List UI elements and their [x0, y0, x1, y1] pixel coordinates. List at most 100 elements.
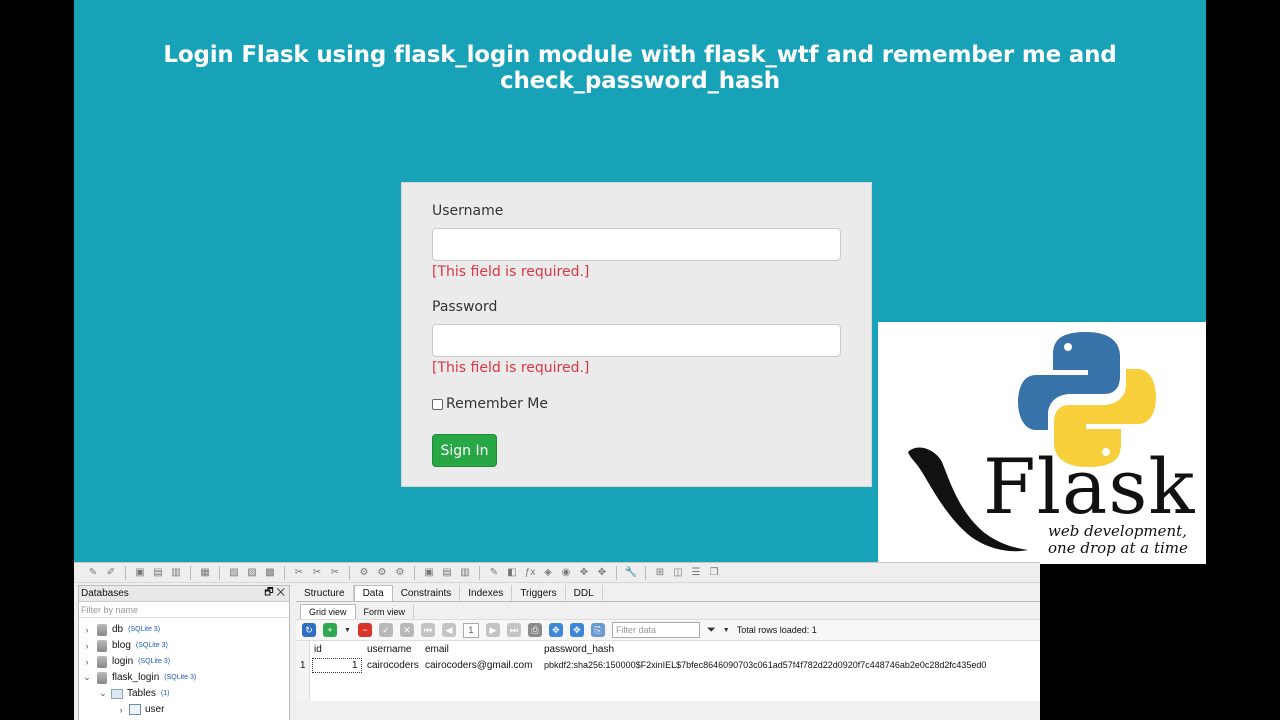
tile-horizontal-icon[interactable]: ◫: [671, 566, 685, 579]
column-header-username[interactable]: username: [367, 644, 411, 655]
collapse-arrow-icon[interactable]: ⌄: [81, 672, 93, 683]
tab-grid-view[interactable]: Grid view: [300, 604, 356, 619]
database-item-blog[interactable]: › blog (SQLite 3): [81, 638, 168, 653]
column-header-password-hash[interactable]: password_hash: [544, 644, 614, 655]
delete-view-icon[interactable]: ▥: [458, 566, 472, 579]
expand-arrow-icon[interactable]: ›: [81, 625, 93, 635]
username-error: [This field is required.]: [432, 264, 590, 280]
refresh-tree-icon[interactable]: ▦: [198, 566, 212, 579]
sql-editor-icon[interactable]: ✎: [487, 566, 501, 579]
tab-data[interactable]: Data: [353, 585, 393, 601]
disconnect-icon[interactable]: ✐: [104, 566, 118, 579]
float-panel-icon[interactable]: 🗗: [264, 587, 273, 598]
create-view-icon[interactable]: ▣: [422, 566, 436, 579]
row-number: 1: [300, 660, 306, 671]
column-header-email[interactable]: email: [425, 644, 449, 655]
edit-index-icon[interactable]: ✂: [310, 566, 324, 579]
shrink-columns-icon[interactable]: ✥: [569, 623, 584, 637]
tables-node[interactable]: ⌄ Tables (1): [97, 686, 169, 701]
cell-id[interactable]: 1: [352, 660, 358, 671]
create-table-icon[interactable]: ▧: [227, 566, 241, 579]
delete-table-icon[interactable]: ▩: [263, 566, 277, 579]
database-item-flask-login[interactable]: ⌄ flask_login (SQLite 3): [81, 670, 196, 685]
import-icon[interactable]: ✥: [577, 566, 591, 579]
tile-windows-icon[interactable]: ⊞: [653, 566, 667, 579]
username-label: Username: [432, 203, 504, 219]
toolbar-separator: [190, 565, 191, 580]
data-view-tabs: Grid view Form view: [296, 602, 1040, 619]
database-item-login[interactable]: › login (SQLite 3): [81, 654, 170, 669]
refresh-icon[interactable]: ↻: [302, 623, 316, 637]
collapse-arrow-icon[interactable]: ⌄: [97, 688, 109, 699]
remember-me-row: Remember Me: [432, 396, 548, 412]
export-icon[interactable]: ✥: [595, 566, 609, 579]
delete-trigger-icon[interactable]: ⚙: [393, 566, 407, 579]
add-database-icon[interactable]: ▣: [133, 566, 147, 579]
row-header-column: [296, 641, 310, 701]
sign-in-button[interactable]: Sign In: [432, 434, 497, 467]
functions-icon[interactable]: ƒx: [523, 566, 537, 579]
database-filter-input[interactable]: Filter by name: [79, 602, 289, 618]
tab-constraints[interactable]: Constraints: [393, 585, 461, 601]
tab-form-view[interactable]: Form view: [356, 604, 415, 619]
edit-table-icon[interactable]: ▨: [245, 566, 259, 579]
filter-data-input[interactable]: Filter data: [611, 622, 700, 638]
insert-row-icon[interactable]: +: [323, 623, 337, 637]
settings-icon[interactable]: 🔧: [624, 566, 638, 579]
password-input[interactable]: [432, 324, 841, 357]
create-index-icon[interactable]: ✂: [292, 566, 306, 579]
cell-username[interactable]: cairocoders: [367, 660, 419, 671]
ddl-history-icon[interactable]: ◧: [505, 566, 519, 579]
edit-database-icon[interactable]: ▤: [151, 566, 165, 579]
page-number-field[interactable]: 1: [462, 622, 479, 638]
table-icon: [129, 704, 141, 715]
commit-icon[interactable]: ✓: [378, 623, 393, 637]
cascade-windows-icon[interactable]: ❐: [707, 566, 721, 579]
total-rows-label: Total rows loaded: 1: [736, 625, 817, 635]
export-data-icon[interactable]: ⎘: [590, 623, 605, 637]
filter-mode-icon[interactable]: ⏷: [707, 624, 716, 637]
tab-indexes[interactable]: Indexes: [460, 585, 513, 601]
dropdown-arrow-icon[interactable]: ▼: [344, 627, 351, 634]
cell-email[interactable]: cairocoders@gmail.com: [425, 660, 532, 671]
next-page-icon[interactable]: ▶: [485, 623, 500, 637]
close-panel-icon[interactable]: ✕: [276, 587, 285, 598]
connect-icon[interactable]: ✎: [86, 566, 100, 579]
tab-triggers[interactable]: Triggers: [512, 585, 566, 601]
expand-arrow-icon[interactable]: ›: [115, 705, 127, 715]
first-page-icon[interactable]: ⏮: [420, 623, 435, 637]
expand-columns-icon[interactable]: ✥: [548, 623, 563, 637]
cell-password-hash[interactable]: pbkdf2:sha256:150000$F2xinIEL$7bfec86460…: [544, 660, 986, 670]
filter-dropdown-arrow-icon[interactable]: ▼: [723, 627, 730, 634]
edit-view-icon[interactable]: ▤: [440, 566, 454, 579]
tab-ddl[interactable]: DDL: [566, 585, 603, 601]
remove-database-icon[interactable]: ▥: [169, 566, 183, 579]
column-header-id[interactable]: id: [314, 644, 322, 655]
collations-icon[interactable]: ◈: [541, 566, 555, 579]
password-label: Password: [432, 299, 498, 315]
tile-vertical-icon[interactable]: ☰: [689, 566, 703, 579]
delete-index-icon[interactable]: ✂: [328, 566, 342, 579]
delete-row-icon[interactable]: −: [357, 623, 372, 637]
previous-page-icon[interactable]: ◀: [441, 623, 456, 637]
screen: Login Flask using flask_login module wit…: [0, 0, 1280, 720]
username-input[interactable]: [432, 228, 841, 261]
table-item-user[interactable]: › user: [115, 702, 164, 717]
password-error: [This field is required.]: [432, 360, 590, 376]
tab-structure[interactable]: Structure: [296, 585, 354, 601]
flask-tagline-1: web development,: [1048, 522, 1187, 540]
edit-trigger-icon[interactable]: ⚙: [375, 566, 389, 579]
expand-arrow-icon[interactable]: ›: [81, 641, 93, 651]
create-trigger-icon[interactable]: ⚙: [357, 566, 371, 579]
main-toolbar: ✎ ✐ ▣ ▤ ▥ ▦ ▧ ▨ ▩ ✂ ✂ ✂ ⚙ ⚙ ⚙ ▣ ▤ ▥ ✎ ◧ …: [74, 563, 1040, 583]
expand-arrow-icon[interactable]: ›: [81, 657, 93, 667]
print-icon[interactable]: ⎙: [527, 623, 542, 637]
toolbar-separator: [479, 565, 480, 580]
database-item-db[interactable]: › db (SQLite 3): [81, 622, 160, 637]
toolbar-separator: [414, 565, 415, 580]
remember-me-checkbox[interactable]: [432, 398, 443, 410]
rollback-icon[interactable]: ✕: [399, 623, 414, 637]
last-page-icon[interactable]: ⏭: [506, 623, 521, 637]
sqlitestudio-window: ✎ ✐ ▣ ▤ ▥ ▦ ▧ ▨ ▩ ✂ ✂ ✂ ⚙ ⚙ ⚙ ▣ ▤ ▥ ✎ ◧ …: [74, 562, 1040, 720]
extensions-icon[interactable]: ◉: [559, 566, 573, 579]
